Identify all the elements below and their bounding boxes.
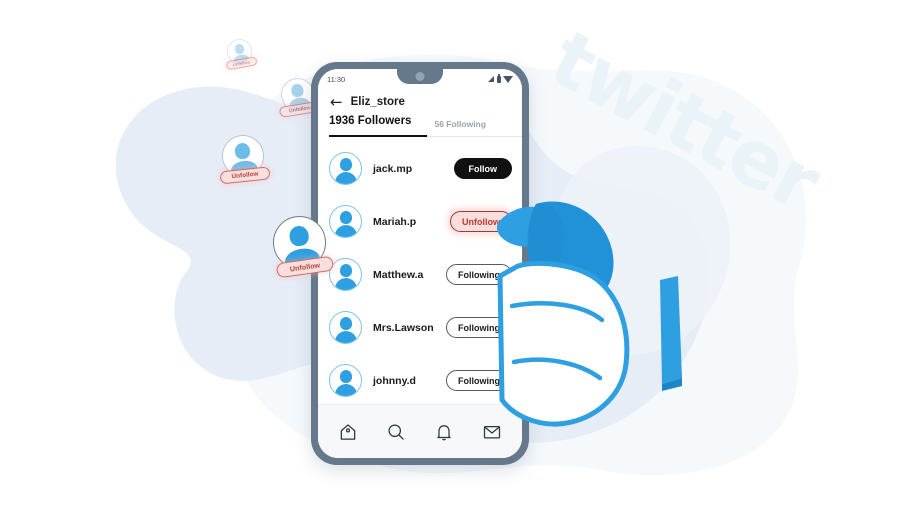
user-name: Matthew.a xyxy=(373,268,424,281)
tab-followers[interactable]: 1936 Followers xyxy=(329,115,411,131)
avatar-head xyxy=(233,43,245,55)
avatar-head xyxy=(289,83,304,98)
avatar-body xyxy=(334,278,357,290)
user-name: johnny.d xyxy=(373,374,416,387)
floating-card-4: Unfollow xyxy=(269,212,335,279)
pointing-hand-illustration xyxy=(496,201,682,427)
phone-notch xyxy=(397,69,443,84)
unfollow-pill-label: Unfollow xyxy=(231,170,259,181)
app-header: ← Eliz_store xyxy=(318,89,522,115)
battery-icon xyxy=(496,74,501,83)
home-icon[interactable] xyxy=(337,421,359,443)
avatar xyxy=(329,258,362,291)
avatar-head xyxy=(339,211,352,224)
unfollow-pill-label: Unfollow xyxy=(288,105,312,115)
tab-active-underline xyxy=(329,135,427,137)
avatar-head xyxy=(339,158,352,171)
hand-palm xyxy=(497,260,630,427)
wifi-icon xyxy=(503,75,513,83)
bell-icon[interactable] xyxy=(433,421,455,443)
avatar-head xyxy=(339,370,352,383)
avatar xyxy=(329,364,362,397)
avatar-head xyxy=(287,224,310,248)
user-name: Mariah.p xyxy=(373,215,417,228)
avatar xyxy=(329,152,362,185)
bottom-navigation xyxy=(318,404,522,458)
tab-divider xyxy=(427,136,522,137)
avatar-body xyxy=(334,384,357,396)
phone-screen: 11:30 ← Eliz_store 1936 Followers 56 Fol… xyxy=(318,69,522,458)
follow-button[interactable]: Follow xyxy=(453,158,512,179)
floating-card-1: Unfollow xyxy=(225,37,258,71)
signal-icon xyxy=(488,76,494,82)
list-item[interactable]: johnny.d Following xyxy=(318,354,522,407)
twitter-watermark: twitter xyxy=(535,14,833,229)
illustration-canvas: twitter Unfollow Unfollow Unfollow Unfol… xyxy=(0,0,911,511)
list-item[interactable]: Mariah.p Unfollow xyxy=(318,195,522,248)
list-item[interactable]: Matthew.a Following xyxy=(318,248,522,301)
avatar xyxy=(329,311,362,344)
status-time: 11:30 xyxy=(327,74,346,84)
unfollow-pill-label: Unfollow xyxy=(289,260,321,274)
avatar-head xyxy=(234,142,251,160)
page-title: Eliz_store xyxy=(350,96,405,108)
list-item[interactable]: jack.mp Follow xyxy=(318,142,522,195)
user-name: Mrs.Lawson xyxy=(373,321,434,334)
avatar-body xyxy=(334,225,357,237)
search-icon[interactable] xyxy=(385,421,407,443)
avatar-head xyxy=(339,264,352,277)
avatar-head xyxy=(339,317,352,330)
unfollow-pill-label: Unfollow xyxy=(232,59,251,68)
user-name: jack.mp xyxy=(373,162,413,175)
status-icons xyxy=(488,74,513,83)
hand-thumb-bar xyxy=(660,276,682,384)
back-arrow-icon[interactable]: ← xyxy=(330,94,343,110)
tab-following[interactable]: 56 Following xyxy=(434,115,485,133)
avatar-body xyxy=(334,172,357,184)
floating-card-3: Unfollow xyxy=(219,132,271,185)
front-camera-dot xyxy=(415,72,425,81)
avatar-body xyxy=(334,331,357,343)
list-item[interactable]: Mrs.Lawson Following xyxy=(318,301,522,354)
avatar xyxy=(329,205,362,238)
followers-list: jack.mp Follow Mariah.p Unfollow Matthew… xyxy=(318,139,522,404)
